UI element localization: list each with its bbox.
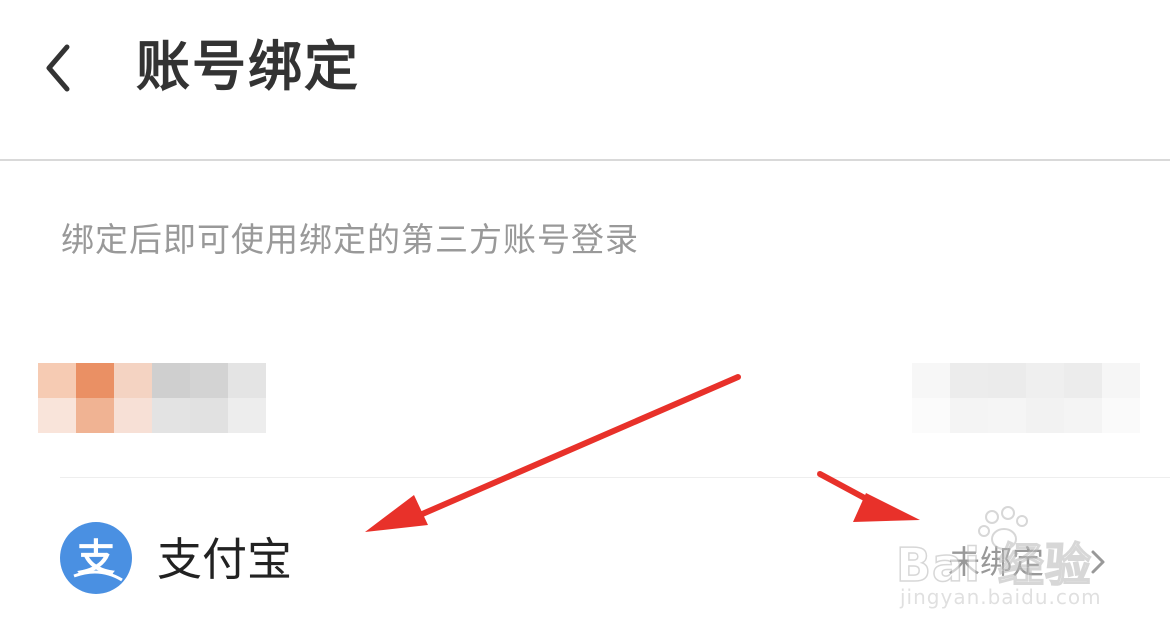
header-bar: 账号绑定 (0, 0, 1170, 161)
chevron-left-icon (46, 44, 70, 92)
chevron-right-icon (1091, 550, 1105, 574)
alipay-bind-row[interactable]: 支 支付宝 未绑定 (0, 478, 1170, 637)
obscured-account-info (38, 363, 266, 433)
alipay-label: 支付宝 (157, 533, 293, 586)
alipay-icon: 支 (60, 522, 132, 594)
bind-status-text: 未绑定 (948, 543, 1045, 581)
page-title: 账号绑定 (136, 35, 360, 98)
back-button[interactable] (30, 40, 86, 96)
obscured-account-status (912, 363, 1140, 433)
binding-hint-text: 绑定后即可使用绑定的第三方账号登录 (61, 220, 639, 259)
